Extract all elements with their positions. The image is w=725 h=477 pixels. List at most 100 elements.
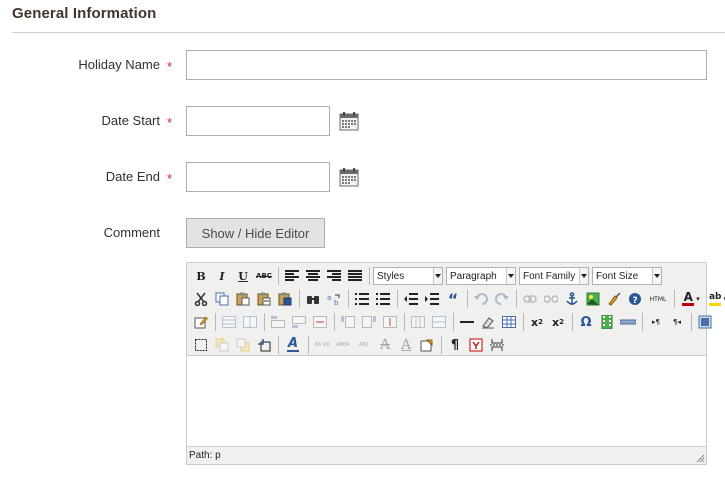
align-center-icon[interactable] [303,266,323,286]
nonbreaking-icon[interactable] [466,335,486,355]
toolbar-row-1: B I U ABC Styles Paragraph Font Family F… [191,265,665,287]
paste-word-icon[interactable] [275,289,295,309]
toolbar-separator [642,313,643,331]
table-props-icon[interactable] [219,312,239,332]
cleanup-icon[interactable] [604,289,624,309]
strikethrough-button[interactable]: ABC [254,266,274,286]
toolbar-separator [264,313,265,331]
visualchars-button[interactable]: ¶ [445,335,465,355]
cell-props-icon[interactable] [240,312,260,332]
find-icon[interactable] [303,289,323,309]
move-forward-icon[interactable] [212,335,232,355]
col-after-icon[interactable] [359,312,379,332]
replace-icon[interactable]: ab [324,289,344,309]
insert-layer-icon[interactable] [191,335,211,355]
backcolor-swatch [709,303,722,306]
ins-button[interactable]: A [396,335,416,355]
charmap-button[interactable]: Ω [576,312,596,332]
date-end-label: Date End [105,169,160,184]
fullscreen-icon[interactable] [695,312,715,332]
toolbar-separator [348,290,349,308]
backcolor-glyph: ab [708,292,722,302]
attributes-icon[interactable] [417,335,437,355]
toolbar-separator [278,267,279,285]
undo-icon[interactable] [471,289,491,309]
styles-select[interactable]: Styles [373,267,443,285]
section-title: General Information [12,5,157,22]
advhr-icon[interactable] [618,312,638,332]
align-left-icon[interactable] [282,266,302,286]
merge-cells-icon[interactable] [429,312,449,332]
styleprops-underline [287,350,299,352]
indent-icon[interactable] [422,289,442,309]
holiday-name-input[interactable] [186,50,707,80]
italic-button[interactable]: I [212,266,232,286]
date-start-label: Date Start [101,113,160,128]
editor-content-area[interactable] [187,356,706,447]
toolbar-row-3: x2 x2 Ω ▸¶ ¶◂ [191,311,716,333]
superscript-button[interactable]: x2 [548,312,568,332]
outdent-icon[interactable] [401,289,421,309]
section-divider [12,32,725,33]
delete-col-icon[interactable] [380,312,400,332]
date-end-input[interactable] [186,162,330,192]
cite-button[interactable]: 66 99 [312,335,332,355]
insert-table-icon[interactable] [499,312,519,332]
edit-icon[interactable] [191,312,211,332]
subscript-button[interactable]: x2 [527,312,547,332]
image-icon[interactable] [583,289,603,309]
align-right-icon[interactable] [324,266,344,286]
unlink-icon[interactable] [541,289,561,309]
media-icon[interactable] [597,312,617,332]
help-icon[interactable]: ? [625,289,645,309]
bullet-list-icon[interactable] [352,289,372,309]
forecolor-icon[interactable]: A ▾ [678,289,704,309]
styles-select-label: Styles [377,270,405,282]
toolbar-separator [397,290,398,308]
acronym-button[interactable]: ABC [354,335,374,355]
format-select[interactable]: Paragraph [446,267,516,285]
toolbar-separator [404,313,405,331]
absolute-icon[interactable] [254,335,274,355]
split-cells-icon[interactable] [408,312,428,332]
date-start-input[interactable] [186,106,330,136]
row-after-icon[interactable] [289,312,309,332]
blockquote-icon[interactable]: “ [443,289,463,309]
row-before-icon[interactable] [268,312,288,332]
backcolor-icon[interactable]: ab ▾ [705,289,725,309]
delete-row-icon[interactable] [310,312,330,332]
pagebreak-icon[interactable] [487,335,507,355]
anchor-icon[interactable] [562,289,582,309]
ltr-button[interactable]: ▸¶ [646,312,666,332]
copy-icon[interactable] [212,289,232,309]
move-backward-icon[interactable] [233,335,253,355]
font-family-select[interactable]: Font Family [519,267,589,285]
chevron-down-icon [506,268,515,284]
toolbar-separator [516,290,517,308]
horizontal-rule-icon[interactable] [457,312,477,332]
cut-icon[interactable] [191,289,211,309]
rtl-button[interactable]: ¶◂ [667,312,687,332]
bold-button[interactable]: B [191,266,211,286]
paste-text-icon[interactable] [254,289,274,309]
toolbar-separator [334,313,335,331]
redo-icon[interactable] [492,289,512,309]
show-hide-editor-button[interactable]: Show / Hide Editor [186,218,325,248]
col-before-icon[interactable] [338,312,358,332]
calendar-icon[interactable] [339,167,359,187]
resize-handle-icon[interactable] [695,453,705,463]
remove-format-icon[interactable] [478,312,498,332]
font-size-select[interactable]: Font Size [592,267,662,285]
calendar-icon[interactable] [339,111,359,131]
numbered-list-icon[interactable] [373,289,393,309]
abbr-button[interactable]: ABBR [333,335,353,355]
del-button[interactable]: A [375,335,395,355]
paste-icon[interactable] [233,289,253,309]
html-source-button[interactable]: HTML [646,289,670,309]
align-justify-icon[interactable] [345,266,365,286]
link-icon[interactable] [520,289,540,309]
styleprops-icon[interactable]: A [282,335,304,355]
editor-toolbar: B I U ABC Styles Paragraph Font Family F… [187,263,725,356]
underline-button[interactable]: U [233,266,253,286]
forecolor-swatch [682,303,695,306]
